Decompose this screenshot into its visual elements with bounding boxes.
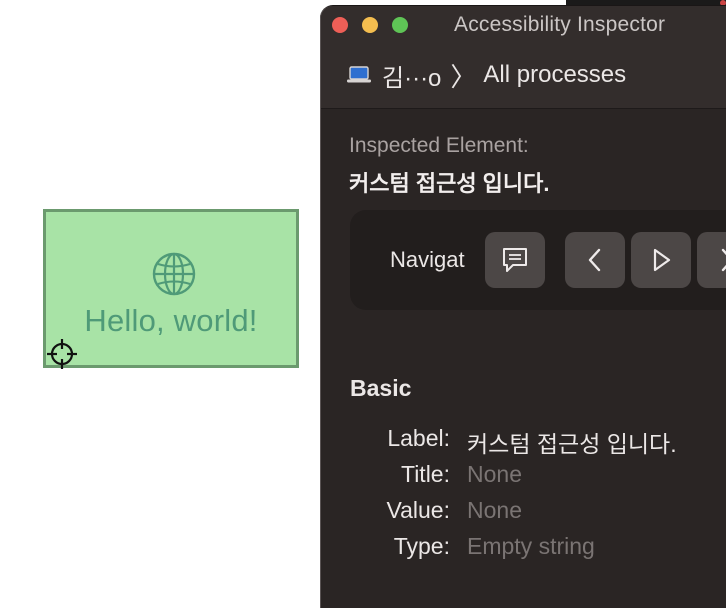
inspected-element-heading: Inspected Element: [349,134,529,157]
window-title: Accessibility Inspector [454,13,666,36]
accessibility-inspector-window: Accessibility Inspector 김···o 〉 All proc… [321,6,726,608]
property-row-value: Value: None [321,497,726,527]
minimize-button[interactable] [362,17,378,33]
property-value[interactable]: None [467,461,522,488]
laptop-icon [347,66,371,83]
hello-world-view[interactable]: Hello, world! [43,209,299,368]
speech-bubble-icon [503,248,527,272]
desktop: Hello, world! Accessibility Inspector 김·… [0,0,726,608]
navigation-panel: Navigat [350,210,726,310]
play-icon [653,248,671,272]
target-selector[interactable]: 김···o 〉 All processes [346,58,626,92]
property-key: Title: [401,461,450,487]
speak-button[interactable] [485,232,545,288]
breadcrumb-separator: 〉 [450,61,477,92]
property-row-label: Label: 커스텀 접근성 입니다. [321,425,726,457]
target-device-label: 김···o [382,64,442,92]
chevron-left-icon [588,248,601,272]
target-scope-label: All processes [483,61,627,88]
inspected-element-value: 커스텀 접근성 입니다. [349,171,550,196]
hello-world-label: Hello, world! [84,303,258,338]
previous-element-button[interactable] [565,232,625,288]
globe-icon [152,252,196,296]
navigation-label: Navigat [390,247,465,272]
property-key: Label: [387,425,450,451]
inspector-content: Inspected Element: 커스텀 접근성 입니다. Navigat [321,109,726,608]
auto-navigate-button[interactable] [631,232,691,288]
close-button[interactable] [332,17,348,33]
chevron-right-icon [721,248,726,272]
property-key: Value: [386,497,450,523]
property-value[interactable]: None [467,497,522,524]
property-row-type: Type: Empty string [321,533,726,563]
zoom-button[interactable] [392,17,408,33]
crosshair-icon [47,339,77,369]
next-element-button[interactable] [697,232,726,288]
property-key: Type: [393,533,450,559]
window-titlebar[interactable]: Accessibility Inspector 김···o 〉 All proc… [321,6,726,109]
property-value[interactable]: Empty string [467,533,595,560]
property-value[interactable]: 커스텀 접근성 입니다. [467,425,677,459]
basic-section-title: Basic [350,375,412,401]
property-row-title: Title: None [321,461,726,491]
